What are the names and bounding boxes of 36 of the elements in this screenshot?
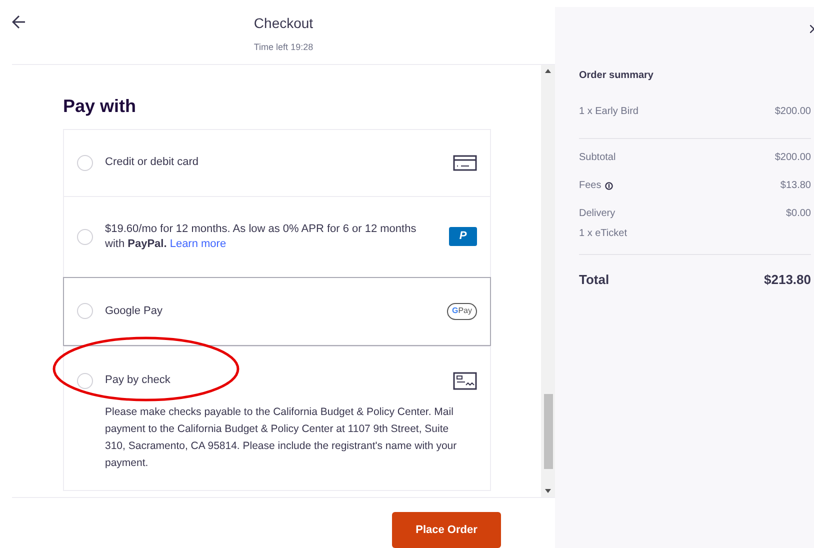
- google-pay-logo: GPay: [446, 302, 477, 320]
- time-left: Time left 19:28: [254, 41, 314, 54]
- summary-title: Order summary: [579, 69, 654, 83]
- place-order-button[interactable]: Place Order: [392, 512, 501, 548]
- payment-option[interactable]: Credit or debit card: [64, 130, 490, 196]
- radio-button[interactable]: [77, 372, 93, 389]
- item-amount: $200.00: [774, 105, 811, 119]
- payment-option[interactable]: $19.60/mo for 12 months. As low as 0% APR for 6 or 12 months with PayPal. Learn more P: [64, 196, 490, 277]
- credit-card-icon: [453, 154, 477, 171]
- option-label: $19.60/mo for 12 months. As low as 0% APR for 6 or 12 months with PayPal. Learn more: [105, 222, 418, 252]
- line-label: Subtotal: [579, 151, 616, 165]
- radio-button[interactable]: [77, 154, 93, 171]
- line-label: Delivery: [579, 207, 616, 221]
- option-label: Credit or debit card: [105, 155, 200, 170]
- info-icon[interactable]: [605, 182, 614, 190]
- learn-more-link[interactable]: Learn more: [170, 238, 226, 250]
- payment-option[interactable]: Google Pay GPay: [63, 276, 491, 346]
- check-icon: [453, 372, 477, 390]
- option-label: Google Pay: [105, 304, 164, 319]
- line-amount: $13.80: [780, 179, 811, 193]
- check-instructions: Please make checks payable to the California Budget & Policy Center. Mail payment to the California Budget & Policy Center at 1107 9th Street, Suite 310, Sacramento, CA 95814. Please include the registrant's name with your payment.: [105, 404, 458, 471]
- line-amount: $0.00: [786, 207, 811, 221]
- option-label: Pay by check: [105, 373, 172, 388]
- radio-button[interactable]: [77, 303, 93, 320]
- scrollbar[interactable]: [541, 64, 555, 497]
- paypal-logo: P: [449, 227, 477, 246]
- page-title: Checkout: [254, 14, 314, 33]
- back-arrow-icon[interactable]: [12, 15, 26, 29]
- total-label: Total: [579, 271, 610, 289]
- line-label: Fees: [579, 179, 602, 193]
- radio-button[interactable]: [77, 228, 93, 245]
- line-amount: $200.00: [774, 151, 811, 165]
- item-label: 1 x Early Bird: [579, 105, 638, 119]
- section-title: Pay with: [63, 94, 138, 118]
- total-amount: $213.80: [764, 271, 811, 289]
- line-note: 1 x eTicket: [579, 227, 627, 241]
